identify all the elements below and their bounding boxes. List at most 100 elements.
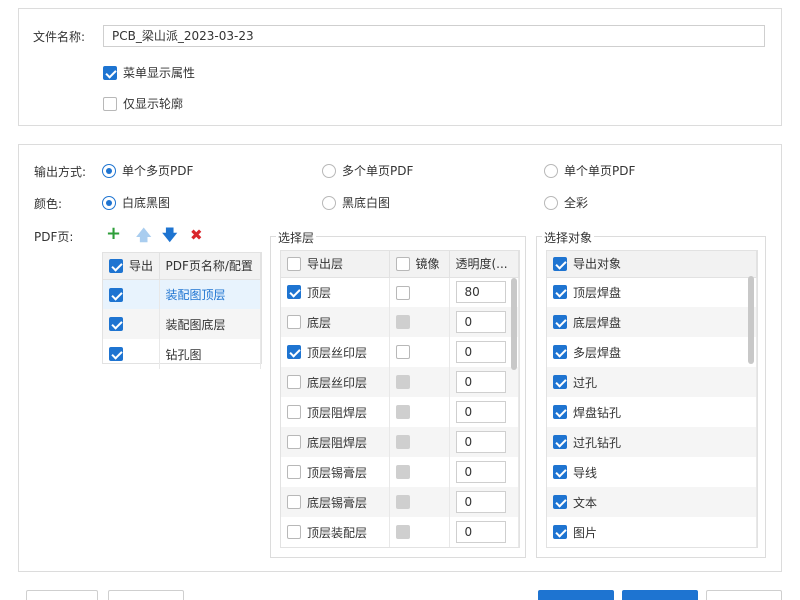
table-row[interactable]: 图片: [547, 517, 757, 547]
table-row[interactable]: 装配图底层: [103, 309, 261, 339]
opacity-input[interactable]: 0: [455, 491, 506, 513]
table-row[interactable]: 底层阻焊层 0: [281, 427, 519, 457]
objects-header-export: 导出对象: [547, 251, 757, 278]
object-checkbox[interactable]: [553, 345, 567, 359]
table-row[interactable]: 底层丝印层 0: [281, 367, 519, 397]
layers-scrollbar[interactable]: [511, 278, 517, 370]
menu-attr-checkbox[interactable]: [103, 65, 117, 80]
object-name: 底层焊盘: [573, 315, 622, 330]
objects-scrollbar[interactable]: [748, 276, 754, 364]
table-row[interactable]: 导线: [547, 457, 757, 487]
mode-option-multi-single[interactable]: 多个单页PDF: [322, 162, 413, 179]
table-row[interactable]: 文本: [547, 487, 757, 517]
mirror-select-all-checkbox[interactable]: [395, 256, 410, 271]
layer-checkbox[interactable]: [287, 495, 301, 509]
footer-button-1[interactable]: [26, 590, 98, 600]
layer-checkbox[interactable]: [287, 315, 301, 329]
layer-checkbox[interactable]: [287, 525, 301, 539]
opacity-input[interactable]: 0: [455, 341, 506, 363]
color-option-white-black[interactable]: 白底黑图: [102, 194, 170, 211]
opacity-input[interactable]: 0: [455, 371, 506, 393]
layers-header-opacity: 透明度(...: [449, 251, 519, 278]
pages-select-all-checkbox[interactable]: [109, 258, 123, 273]
table-row[interactable]: 底层锡膏层 0: [281, 487, 519, 517]
layer-checkbox[interactable]: [287, 285, 301, 300]
mirror-checkbox: [395, 405, 410, 420]
color-option-black-white[interactable]: 黑底白图: [322, 194, 390, 211]
layer-checkbox[interactable]: [287, 465, 301, 479]
table-row[interactable]: 焊盘钻孔: [547, 397, 757, 427]
table-row[interactable]: 钻孔图: [103, 339, 261, 369]
footer-button-primary-1[interactable]: [538, 590, 614, 600]
top-panel: 文件名称: PCB_梁山派_2023-03-23 菜单显示属性 仅显示轮廓: [18, 8, 782, 126]
opacity-input[interactable]: 0: [455, 461, 506, 483]
pages-header-export-label: 导出: [129, 259, 154, 274]
layers-select-all-checkbox[interactable]: [287, 256, 301, 271]
table-row[interactable]: 顶层 80: [281, 277, 519, 307]
outline-only-checkbox[interactable]: [103, 96, 117, 111]
page-checkbox[interactable]: [109, 317, 123, 332]
menu-attr-option[interactable]: 菜单显示属性: [103, 64, 195, 81]
menu-attr-label: 菜单显示属性: [123, 66, 196, 80]
table-row[interactable]: 底层焊盘: [547, 307, 757, 337]
object-checkbox[interactable]: [553, 465, 567, 479]
layer-name: 顶层阻焊层: [307, 405, 368, 420]
mirror-checkbox[interactable]: [395, 285, 410, 300]
layer-checkbox[interactable]: [287, 405, 301, 419]
color-radio-white-black[interactable]: [102, 195, 116, 210]
footer-button-2[interactable]: [108, 590, 184, 600]
delete-icon[interactable]: ✖: [190, 227, 203, 243]
filename-input[interactable]: PCB_梁山派_2023-03-23: [103, 25, 765, 47]
opacity-input[interactable]: 80: [455, 281, 506, 304]
footer-button-3[interactable]: [706, 590, 782, 600]
opacity-input[interactable]: 0: [455, 311, 506, 333]
footer-button-primary-2[interactable]: [622, 590, 698, 600]
layer-checkbox[interactable]: [287, 435, 301, 449]
opacity-input[interactable]: 0: [455, 401, 506, 423]
layers-group-title: 选择层: [276, 229, 317, 246]
table-row[interactable]: 顶层锡膏层 0: [281, 457, 519, 487]
filename-label: 文件名称:: [33, 30, 86, 44]
move-up-icon[interactable]: 🡅: [136, 227, 151, 243]
add-icon[interactable]: +: [106, 225, 121, 243]
object-checkbox[interactable]: [553, 315, 567, 329]
mode-label-single-single: 单个单页PDF: [564, 164, 636, 178]
object-checkbox[interactable]: [553, 375, 567, 389]
mirror-checkbox: [395, 525, 410, 540]
table-row[interactable]: 顶层装配层 0: [281, 517, 519, 547]
table-row[interactable]: 过孔: [547, 367, 757, 397]
mode-radio-multi-single[interactable]: [322, 163, 336, 178]
color-label-black-white: 黑底白图: [342, 196, 391, 210]
mode-option-single-multi[interactable]: 单个多页PDF: [102, 162, 193, 179]
layer-name: 底层丝印层: [307, 375, 368, 390]
table-row[interactable]: 多层焊盘: [547, 337, 757, 367]
objects-select-all-checkbox[interactable]: [553, 256, 567, 271]
layer-checkbox[interactable]: [287, 345, 301, 359]
table-row[interactable]: 顶层丝印层 0: [281, 337, 519, 367]
table-row[interactable]: 装配图顶层: [103, 279, 261, 309]
table-row[interactable]: 顶层焊盘: [547, 277, 757, 307]
mode-radio-single-single[interactable]: [544, 163, 558, 178]
opacity-input[interactable]: 0: [455, 431, 506, 453]
color-radio-black-white[interactable]: [322, 195, 336, 210]
mode-radio-single-multi[interactable]: [102, 163, 116, 178]
move-down-icon[interactable]: 🡇: [162, 227, 177, 243]
mode-option-single-single[interactable]: 单个单页PDF: [544, 162, 635, 179]
opacity-input[interactable]: 0: [455, 521, 506, 543]
mode-label-multi-single: 多个单页PDF: [342, 164, 414, 178]
object-checkbox[interactable]: [553, 495, 567, 509]
table-row[interactable]: 顶层阻焊层 0: [281, 397, 519, 427]
table-row[interactable]: 过孔钻孔: [547, 427, 757, 457]
table-row[interactable]: 底层 0: [281, 307, 519, 337]
object-checkbox[interactable]: [553, 525, 567, 539]
object-checkbox[interactable]: [553, 405, 567, 419]
color-option-full[interactable]: 全彩: [544, 194, 588, 211]
object-checkbox[interactable]: [553, 285, 567, 300]
outline-only-option[interactable]: 仅显示轮廓: [103, 95, 183, 112]
page-checkbox[interactable]: [109, 347, 123, 362]
layer-checkbox[interactable]: [287, 375, 301, 389]
object-checkbox[interactable]: [553, 435, 567, 449]
page-checkbox[interactable]: [109, 287, 123, 302]
mirror-checkbox[interactable]: [395, 345, 410, 360]
color-radio-full[interactable]: [544, 195, 558, 210]
